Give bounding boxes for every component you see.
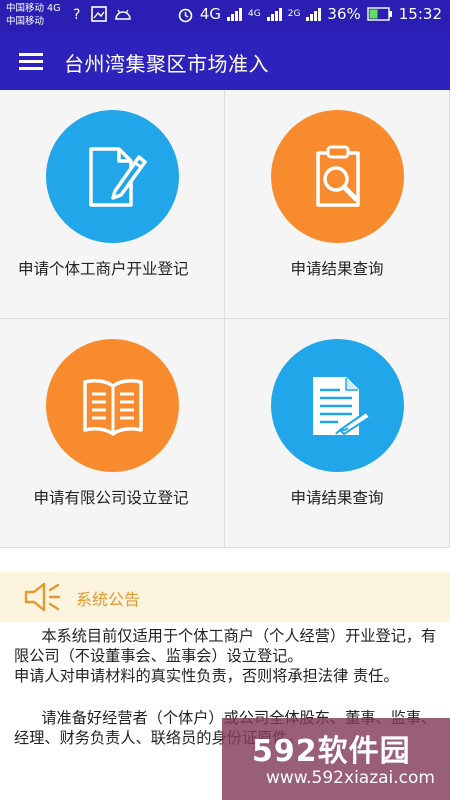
tile-label: 申请个体工商户开业登记 (18, 260, 189, 278)
watermark-logo: 592软件园 (252, 734, 411, 769)
speaker-icon (24, 582, 61, 612)
tile-result-query-1[interactable]: 申请结果查询 (225, 90, 450, 319)
signal-icon-1 (227, 7, 243, 21)
network-type-3: 2G (287, 9, 301, 19)
battery-icon (367, 7, 392, 21)
tile-icon-circle (46, 339, 179, 472)
tile-icon-circle (271, 339, 404, 472)
document-sign-icon (312, 376, 371, 435)
tile-icon-circle (271, 110, 404, 243)
announcement-paragraph: 本系统目前仅适用于个体工商户（个人经营）开业登记，有限公司（不设董事会、监事会）… (14, 627, 437, 665)
watermark-overlay: 592软件园 www.592xiazai.com (222, 718, 450, 800)
clock: 15:32 (398, 5, 442, 23)
tile-label: 申请结果查询 (290, 489, 384, 507)
alarm-icon (178, 8, 193, 22)
announcement-title: 系统公告 (76, 590, 141, 609)
tile-icon-circle (46, 110, 179, 243)
open-book-icon (82, 378, 143, 436)
watermark-url: www.592xiazai.com (266, 768, 435, 788)
page-title: 台州湾集聚区市场准入 (64, 52, 269, 76)
question-icon: ? (73, 7, 80, 22)
status-bar: 中国移动 4G 中国移动 ? 4G 4G 2G 36% 15:32 (0, 0, 450, 33)
notification-icons: ? (70, 6, 132, 22)
carrier-1: 中国移动 4G (6, 3, 61, 14)
announcement-header: 系统公告 (0, 572, 450, 622)
image-icon (91, 6, 107, 22)
clipboard-search-icon (315, 145, 360, 207)
battery-percent: 36% (327, 5, 361, 23)
carrier-2: 中国移动 (6, 16, 45, 27)
tile-label: 申请结果查询 (290, 260, 384, 278)
tile-label: 申请有限公司设立登记 (33, 489, 189, 507)
carrier-info: 中国移动 4G 中国移动 (6, 2, 60, 28)
edit-document-icon (88, 146, 147, 207)
tile-individual-business-registration[interactable]: 申请个体工商户开业登记 (0, 90, 225, 319)
function-grid: 申请个体工商户开业登记 申请结果查询 申请有限公司设立登记 申请结果查询 (0, 90, 450, 548)
network-type-2: 4G (248, 9, 261, 19)
network-type-1: 4G (199, 5, 222, 23)
signal-icon-3 (306, 7, 322, 21)
android-icon (115, 9, 131, 20)
status-right: 4G 4G 2G 36% 15:32 (177, 5, 442, 23)
tile-result-query-2[interactable]: 申请结果查询 (225, 319, 450, 548)
announcement-paragraph: 申请人对申请材料的真实性负责，否则将承担法律 责任。 (14, 667, 399, 685)
menu-icon[interactable] (19, 53, 45, 71)
signal-icon-2 (266, 7, 282, 21)
svg-text:?: ? (73, 7, 80, 22)
app-bar: 台州湾集聚区市场准入 (0, 33, 450, 90)
tile-company-registration[interactable]: 申请有限公司设立登记 (0, 319, 225, 548)
